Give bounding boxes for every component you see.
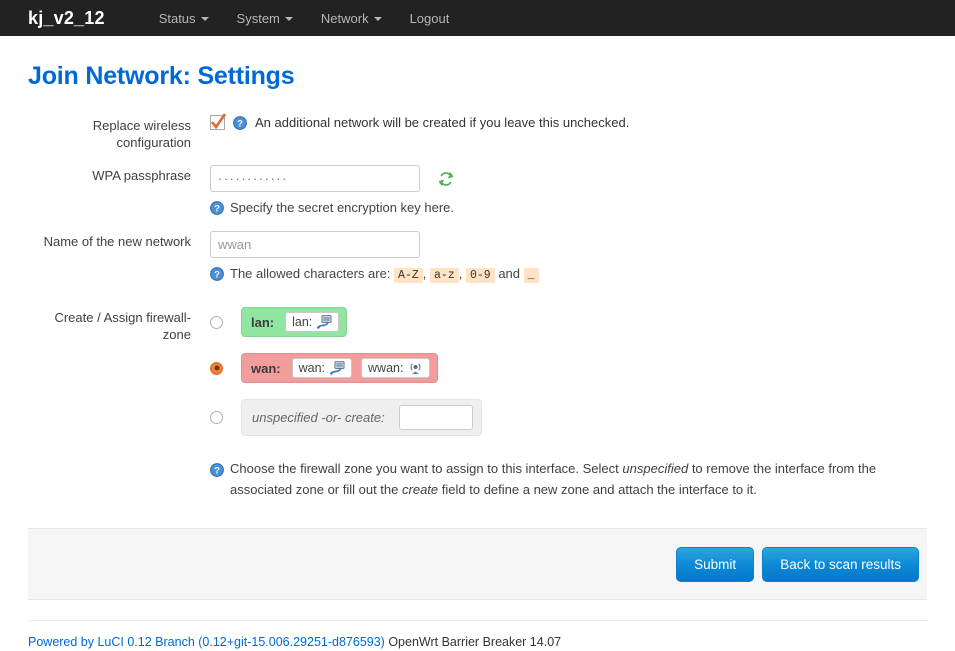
- chip-lowercase: a-z: [430, 268, 459, 283]
- svg-text:?: ?: [214, 204, 220, 215]
- page-footer: Powered by LuCI 0.12 Branch (0.12+git-15…: [28, 620, 927, 649]
- form-row-passphrase: WPA passphrase ? Specify t: [28, 165, 927, 217]
- zone-name-lan: lan:: [249, 315, 276, 330]
- passphrase-label: WPA passphrase: [28, 165, 210, 217]
- interface-chip-lan: lan:: [285, 312, 339, 332]
- replace-config-control: ? An additional network will be created …: [210, 115, 927, 130]
- wireless-icon: [408, 361, 423, 375]
- nav-item-system[interactable]: System: [223, 0, 307, 36]
- openwrt-version-text: OpenWrt Barrier Breaker 14.07: [385, 635, 561, 649]
- network-name-hint-row: ? The allowed characters are: A-Z, a-z, …: [210, 265, 927, 285]
- firewall-zone-label: Create / Assign firewall-zone: [28, 307, 210, 500]
- interface-label-wwan: wwan:: [368, 361, 403, 375]
- chip-uppercase: A-Z: [394, 268, 423, 283]
- action-bar: Submit Back to scan results: [28, 528, 927, 600]
- interface-chip-wwan: wwan:: [361, 358, 430, 378]
- firewall-zone-option-wan[interactable]: wan: wan: wwan:: [210, 353, 927, 383]
- passphrase-hint-row: ? Specify the secret encryption key here…: [210, 199, 927, 217]
- interface-label-wan: wan:: [299, 361, 325, 375]
- description-emphasis-unspecified: unspecified: [622, 461, 688, 476]
- form-row-network-name: Name of the new network ? The allowed ch…: [28, 231, 927, 285]
- ethernet-icon: [317, 315, 332, 329]
- chevron-down-icon: [201, 17, 209, 21]
- help-icon: ?: [210, 462, 224, 476]
- radio-wan[interactable]: [210, 362, 223, 375]
- brand-title[interactable]: kj_v2_12: [28, 8, 105, 29]
- network-name-hint-prefix: The allowed characters are:: [230, 266, 390, 281]
- nav-item-logout-label: Logout: [410, 11, 450, 26]
- radio-lan[interactable]: [210, 316, 223, 329]
- svg-text:?: ?: [237, 118, 243, 129]
- description-part-1: Choose the firewall zone you want to ass…: [230, 461, 619, 476]
- firewall-zone-description: ? Choose the firewall zone you want to a…: [210, 458, 900, 500]
- description-emphasis-create: create: [402, 482, 438, 497]
- top-navbar: kj_v2_12 Status System Network Logout: [0, 0, 955, 36]
- zone-badge-unspecified[interactable]: unspecified -or- create:: [241, 399, 482, 436]
- interface-chip-wan: wan:: [292, 358, 352, 378]
- help-icon: ?: [210, 201, 224, 215]
- chevron-down-icon: [374, 17, 382, 21]
- passphrase-hint: Specify the secret encryption key here.: [230, 199, 454, 217]
- zone-badge-lan[interactable]: lan: lan:: [241, 307, 347, 337]
- help-icon: ?: [233, 116, 247, 130]
- luci-version-link[interactable]: Powered by LuCI 0.12 Branch (0.12+git-15…: [28, 635, 385, 649]
- zone-badge-wan[interactable]: wan: wan: wwan:: [241, 353, 438, 383]
- nav-item-status[interactable]: Status: [145, 0, 223, 36]
- help-icon: ?: [210, 267, 224, 281]
- description-part-3: field to define a new zone and attach th…: [442, 482, 757, 497]
- network-name-label: Name of the new network: [28, 231, 210, 285]
- nav-item-system-label: System: [237, 11, 280, 26]
- nav-item-status-label: Status: [159, 11, 196, 26]
- replace-config-label: Replace wireless configuration: [28, 115, 210, 151]
- nav-item-network-label: Network: [321, 11, 369, 26]
- form-row-firewall-zone: Create / Assign firewall-zone lan: lan:: [28, 307, 927, 500]
- network-name-input[interactable]: [210, 231, 420, 258]
- passphrase-input[interactable]: [210, 165, 420, 192]
- hint-comma-2: ,: [459, 266, 463, 281]
- page-title: Join Network: Settings: [28, 62, 927, 91]
- chevron-down-icon: [285, 17, 293, 21]
- replace-config-checkbox[interactable]: [210, 115, 225, 130]
- hint-and: and: [498, 266, 520, 281]
- refresh-icon[interactable]: [438, 171, 454, 187]
- zone-name-unspecified: unspecified -or- create:: [250, 410, 387, 425]
- nav-item-logout[interactable]: Logout: [396, 0, 464, 36]
- svg-text:?: ?: [214, 270, 220, 281]
- zone-create-input[interactable]: [399, 405, 473, 430]
- ethernet-icon: [330, 361, 345, 375]
- checkmark-icon: [210, 113, 227, 132]
- chip-underscore: _: [524, 268, 539, 283]
- firewall-zone-option-lan[interactable]: lan: lan:: [210, 307, 927, 337]
- chip-digits: 0-9: [466, 268, 495, 283]
- back-to-scan-results-button[interactable]: Back to scan results: [762, 547, 919, 582]
- submit-button[interactable]: Submit: [676, 547, 754, 582]
- interface-label-lan: lan:: [292, 315, 312, 329]
- replace-config-hint: An additional network will be created if…: [255, 115, 629, 130]
- form-row-replace-config: Replace wireless configuration ? An addi…: [28, 115, 927, 151]
- radio-unspecified[interactable]: [210, 411, 223, 424]
- nav-item-network[interactable]: Network: [307, 0, 396, 36]
- zone-name-wan: wan:: [249, 361, 283, 376]
- firewall-zone-option-unspecified[interactable]: unspecified -or- create:: [210, 399, 927, 436]
- svg-text:?: ?: [214, 466, 220, 477]
- hint-comma-1: ,: [423, 266, 427, 281]
- page-content: Join Network: Settings Replace wireless …: [0, 62, 955, 649]
